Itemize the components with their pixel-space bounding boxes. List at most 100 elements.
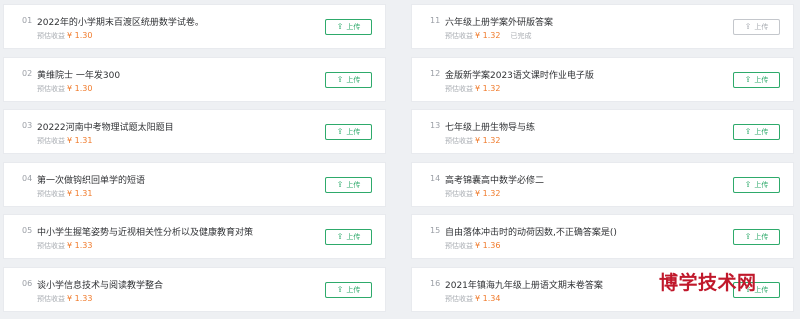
upload-label: 上传	[346, 75, 361, 84]
upload-icon: ⇪	[336, 74, 344, 84]
estimated-income: 预估收益 ¥ 1.32	[445, 84, 500, 94]
status-text: 已完成	[510, 32, 532, 40]
list-item: 01 2022年的小学期末百渡区统册数学试卷。 预估收益 ¥ 1.30 ⇪ 上传	[3, 4, 386, 49]
item-number: 03	[22, 121, 33, 130]
item-number: 06	[22, 278, 33, 288]
upload-label: 上传	[754, 233, 769, 241]
estimated-income: 预估收益 ¥ 1.30	[37, 31, 92, 41]
upload-label: 上传	[346, 23, 361, 31]
income-label: 预估收益	[37, 242, 65, 250]
income-amount: ¥ 1.33	[67, 241, 93, 250]
income-label: 预估收益	[37, 294, 65, 303]
income-amount: ¥ 1.31	[67, 136, 93, 145]
item-title[interactable]: 七年级上册生物导与练	[445, 120, 535, 133]
list-item: 14 高考锦囊高中数学必修二 预估收益 ¥ 1.32 ⇪ 上传	[411, 161, 794, 207]
item-number: 13	[430, 121, 441, 130]
income-label: 预估收益	[445, 189, 473, 198]
estimated-income: 预估收益 ¥ 1.31	[37, 189, 92, 199]
income-amount: ¥ 1.30	[67, 83, 93, 93]
upload-icon: ⇪	[744, 232, 752, 241]
upload-label: 上传	[346, 233, 361, 241]
upload-label: 上传	[754, 23, 769, 31]
upload-label: 上传	[754, 180, 769, 189]
estimated-income: 预估收益 ¥ 1.34	[445, 294, 500, 304]
upload-button[interactable]: ⇪ 上传	[733, 71, 780, 88]
item-title[interactable]: 自由落体冲击时的动荷因数,不正确答案是()	[445, 225, 617, 238]
item-number: 04	[22, 173, 33, 183]
upload-button[interactable]: ⇪ 上传	[733, 229, 780, 245]
estimated-income: 预估收益 ¥ 1.31	[37, 136, 92, 146]
upload-icon: ⇪	[336, 284, 344, 294]
income-label: 预估收益	[37, 189, 65, 198]
task-list-page: 01 2022年的小学期末百渡区统册数学试卷。 预估收益 ¥ 1.30 ⇪ 上传 02 黄维院…	[0, 0, 800, 319]
income-label: 预估收益	[445, 84, 473, 93]
list-item: 03 20222河南中考物理试题太阳题目 预估收益 ¥ 1.31 ⇪ 上传	[3, 109, 386, 154]
upload-button[interactable]: ⇪ 上传	[325, 176, 372, 193]
list-item: 13 七年级上册生物导与练 预估收益 ¥ 1.32 ⇪ 上传	[411, 109, 794, 154]
estimated-income: 预估收益 ¥ 1.32	[445, 189, 500, 199]
income-amount: ¥ 1.32	[475, 188, 501, 198]
upload-label: 上传	[346, 285, 361, 294]
income-amount: ¥ 1.30	[67, 31, 93, 40]
item-number: 05	[22, 226, 33, 235]
upload-icon: ⇪	[744, 179, 752, 189]
task-column-left: 01 2022年的小学期末百渡区统册数学试卷。 预估收益 ¥ 1.30 ⇪ 上传 02 黄维院…	[3, 4, 386, 319]
item-title[interactable]: 中小学生握笔姿势与近视相关性分析以及健康教育对策	[37, 225, 253, 238]
estimated-income: 预估收益 ¥ 1.32 已完成	[445, 31, 531, 41]
list-item: 05 中小学生握笔姿势与近视相关性分析以及健康教育对策 预估收益 ¥ 1.33 ⇪ 上传	[3, 214, 386, 259]
income-label: 预估收益	[37, 32, 65, 40]
item-title[interactable]: 2021年镇海九年级上册语文期末卷答案	[445, 278, 603, 291]
item-number: 11	[430, 16, 441, 25]
list-item: 06 谈小学信息技术与阅读教学整合 预估收益 ¥ 1.33 ⇪ 上传	[3, 266, 386, 312]
upload-label: 上传	[346, 180, 361, 189]
upload-button[interactable]: ⇪ 上传	[325, 281, 372, 298]
upload-label: 上传	[346, 128, 361, 136]
upload-button[interactable]: ⇪ 上传	[733, 19, 780, 35]
list-item: 02 黄维院士 一年发300 预估收益 ¥ 1.30 ⇪ 上传	[3, 56, 386, 102]
upload-button[interactable]: ⇪ 上传	[325, 71, 372, 88]
income-amount: ¥ 1.36	[475, 241, 501, 250]
income-amount: ¥ 1.32	[475, 83, 501, 93]
item-number: 15	[430, 226, 441, 235]
income-label: 预估收益	[445, 32, 473, 40]
income-label: 预估收益	[445, 242, 473, 250]
item-title[interactable]: 金版新学案2023语文课时作业电子版	[445, 68, 594, 81]
estimated-income: 预估收益 ¥ 1.32	[445, 136, 500, 146]
list-item: 04 第一次做钩织回单学的短语 预估收益 ¥ 1.31 ⇪ 上传	[3, 161, 386, 207]
income-label: 预估收益	[445, 294, 473, 303]
upload-icon: ⇪	[744, 74, 752, 84]
upload-button[interactable]: ⇪ 上传	[325, 124, 372, 140]
estimated-income: 预估收益 ¥ 1.33	[37, 294, 92, 304]
income-amount: ¥ 1.32	[475, 31, 501, 40]
item-number: 14	[430, 173, 441, 183]
upload-button[interactable]: ⇪ 上传	[325, 229, 372, 245]
item-title[interactable]: 20222河南中考物理试题太阳题目	[37, 120, 174, 133]
item-title[interactable]: 高考锦囊高中数学必修二	[445, 173, 544, 186]
item-title[interactable]: 六年级上册学案外研版答案	[445, 15, 553, 28]
upload-icon: ⇪	[336, 127, 344, 136]
upload-button[interactable]: ⇪ 上传	[325, 19, 372, 35]
item-title[interactable]: 谈小学信息技术与阅读教学整合	[37, 278, 163, 291]
income-amount: ¥ 1.32	[475, 136, 501, 145]
upload-button[interactable]: ⇪ 上传	[733, 124, 780, 140]
upload-button[interactable]: ⇪ 上传	[733, 176, 780, 193]
list-item: 12 金版新学案2023语文课时作业电子版 预估收益 ¥ 1.32 ⇪ 上传	[411, 56, 794, 102]
income-label: 预估收益	[37, 84, 65, 93]
income-label: 预估收益	[445, 137, 473, 145]
income-amount: ¥ 1.34	[475, 293, 501, 303]
income-amount: ¥ 1.33	[67, 293, 93, 303]
item-number: 12	[430, 68, 441, 78]
item-title[interactable]: 第一次做钩织回单学的短语	[37, 173, 145, 186]
upload-icon: ⇪	[336, 232, 344, 241]
estimated-income: 预估收益 ¥ 1.36	[445, 241, 500, 251]
item-number: 16	[430, 278, 441, 288]
income-label: 预估收益	[37, 137, 65, 145]
item-number: 01	[22, 16, 33, 25]
estimated-income: 预估收益 ¥ 1.30	[37, 84, 92, 94]
item-title[interactable]: 2022年的小学期末百渡区统册数学试卷。	[37, 15, 204, 28]
estimated-income: 预估收益 ¥ 1.33	[37, 241, 92, 251]
item-title[interactable]: 黄维院士 一年发300	[37, 68, 120, 81]
watermark-logo: 博学技术网	[659, 272, 757, 294]
item-number: 02	[22, 68, 33, 78]
upload-icon: ⇪	[744, 127, 752, 136]
